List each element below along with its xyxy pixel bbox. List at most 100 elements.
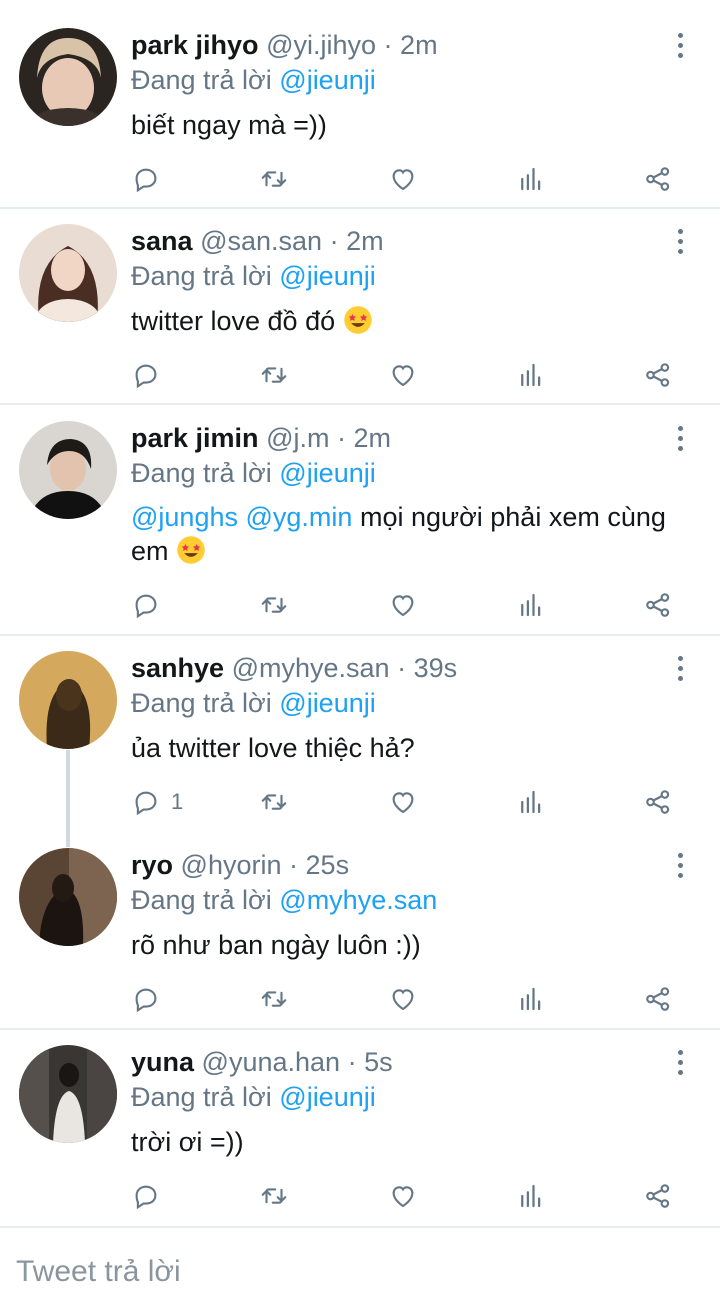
user-handle[interactable]: @yi.jihyo	[266, 30, 376, 60]
replying-prefix: Đang trả lời	[131, 65, 272, 95]
user-handle[interactable]: @san.san	[200, 226, 322, 256]
tweet-text: biết ngay mà =))	[131, 108, 701, 142]
user-handle[interactable]: @hyorin	[181, 850, 282, 880]
display-name[interactable]: sanhye	[131, 653, 224, 683]
display-name[interactable]: sana	[131, 226, 193, 256]
reply-to-mention[interactable]: @myhye.san	[279, 885, 437, 915]
more-options-icon[interactable]	[666, 224, 694, 258]
user-handle[interactable]: @yuna.han	[202, 1047, 341, 1077]
avatar[interactable]	[19, 28, 117, 126]
reply-input[interactable]	[16, 1252, 706, 1292]
analytics-button[interactable]	[516, 982, 546, 1016]
retweet-icon	[261, 1188, 287, 1204]
retweet-button[interactable]	[259, 588, 289, 622]
retweet-button[interactable]	[259, 358, 289, 392]
like-button[interactable]	[388, 162, 418, 196]
retweet-icon	[261, 367, 287, 383]
reply-count: 1	[171, 789, 184, 814]
avatar[interactable]	[19, 1045, 117, 1143]
reply-to-mention[interactable]: @jieunji	[279, 65, 375, 95]
timestamp[interactable]: 2m	[346, 226, 384, 256]
analytics-icon	[521, 790, 541, 814]
display-name[interactable]: park jimin	[131, 423, 259, 453]
like-button[interactable]	[388, 1179, 418, 1213]
reply-button[interactable]	[131, 588, 171, 622]
reply-to-mention[interactable]: @jieunji	[279, 1082, 375, 1112]
tweet-header: park jimin @j.m · 2m	[131, 421, 391, 455]
heart-icon	[392, 1186, 414, 1208]
more-options-icon[interactable]	[666, 651, 694, 685]
reply-icon	[135, 791, 157, 816]
reply-button[interactable]	[131, 1179, 171, 1213]
timestamp[interactable]: 2m	[400, 30, 438, 60]
display-name[interactable]: ryo	[131, 850, 173, 880]
separator-dot: ·	[289, 850, 299, 880]
retweet-button[interactable]	[259, 982, 289, 1016]
retweet-icon	[261, 171, 287, 187]
reply-button[interactable]	[131, 358, 171, 392]
reply-button[interactable]	[131, 982, 171, 1016]
user-handle[interactable]: @myhye.san	[232, 653, 390, 683]
retweet-button[interactable]	[259, 785, 289, 819]
analytics-button[interactable]	[516, 588, 546, 622]
tweet-text-content: trời ơi =))	[131, 1127, 244, 1157]
replying-prefix: Đang trả lời	[131, 1082, 272, 1112]
star-struck-emoji-icon	[343, 306, 372, 334]
more-options-icon[interactable]	[666, 1045, 694, 1079]
share-button[interactable]	[643, 982, 673, 1016]
action-bar	[131, 162, 691, 196]
separator-dot: ·	[347, 1047, 357, 1077]
like-button[interactable]	[388, 588, 418, 622]
replying-to: Đang trả lời @jieunji	[131, 1080, 376, 1114]
share-button[interactable]	[643, 785, 673, 819]
user-handle[interactable]: @j.m	[266, 423, 329, 453]
retweet-button[interactable]	[259, 1179, 289, 1213]
display-name[interactable]: yuna	[131, 1047, 194, 1077]
like-button[interactable]	[388, 785, 418, 819]
divider	[0, 1226, 720, 1228]
heart-icon	[392, 169, 414, 191]
display-name[interactable]: park jihyo	[131, 30, 259, 60]
more-options-icon[interactable]	[666, 421, 694, 455]
retweet-button[interactable]	[259, 162, 289, 196]
like-button[interactable]	[388, 358, 418, 392]
more-options-icon[interactable]	[666, 28, 694, 62]
analytics-button[interactable]	[516, 785, 546, 819]
heart-icon	[392, 595, 414, 617]
reply-to-mention[interactable]: @jieunji	[279, 261, 375, 291]
tweet-text-content: rõ như ban ngày luôn :))	[131, 930, 421, 960]
timestamp[interactable]: 39s	[414, 653, 458, 683]
more-options-icon[interactable]	[666, 848, 694, 882]
share-button[interactable]	[643, 1179, 673, 1213]
reply-button[interactable]: 1	[131, 785, 183, 819]
avatar[interactable]	[19, 421, 117, 519]
timestamp[interactable]: 5s	[364, 1047, 393, 1077]
replying-to: Đang trả lời @myhye.san	[131, 883, 437, 917]
share-icon	[646, 167, 670, 191]
tweet-text: trời ơi =))	[131, 1125, 701, 1159]
mention-link[interactable]: @junghs	[131, 502, 238, 532]
avatar[interactable]	[19, 848, 117, 946]
analytics-icon	[521, 1184, 541, 1208]
separator-dot: ·	[336, 423, 346, 453]
like-button[interactable]	[388, 982, 418, 1016]
reply-to-mention[interactable]: @jieunji	[279, 688, 375, 718]
analytics-button[interactable]	[516, 1179, 546, 1213]
reply-to-mention[interactable]: @jieunji	[279, 458, 375, 488]
action-bar	[131, 358, 691, 392]
analytics-button[interactable]	[516, 162, 546, 196]
avatar[interactable]	[19, 224, 117, 322]
analytics-icon	[521, 167, 541, 191]
timestamp[interactable]: 2m	[354, 423, 392, 453]
share-button[interactable]	[643, 358, 673, 392]
timestamp[interactable]: 25s	[306, 850, 350, 880]
share-button[interactable]	[643, 162, 673, 196]
reply-compose-bar	[0, 1230, 720, 1309]
reply-button[interactable]	[131, 162, 171, 196]
avatar[interactable]	[19, 651, 117, 749]
share-button[interactable]	[643, 588, 673, 622]
mention-link[interactable]: @yg.min	[246, 502, 353, 532]
tweet-header: sana @san.san · 2m	[131, 224, 384, 258]
analytics-button[interactable]	[516, 358, 546, 392]
tweet-text: rõ như ban ngày luôn :))	[131, 928, 701, 962]
